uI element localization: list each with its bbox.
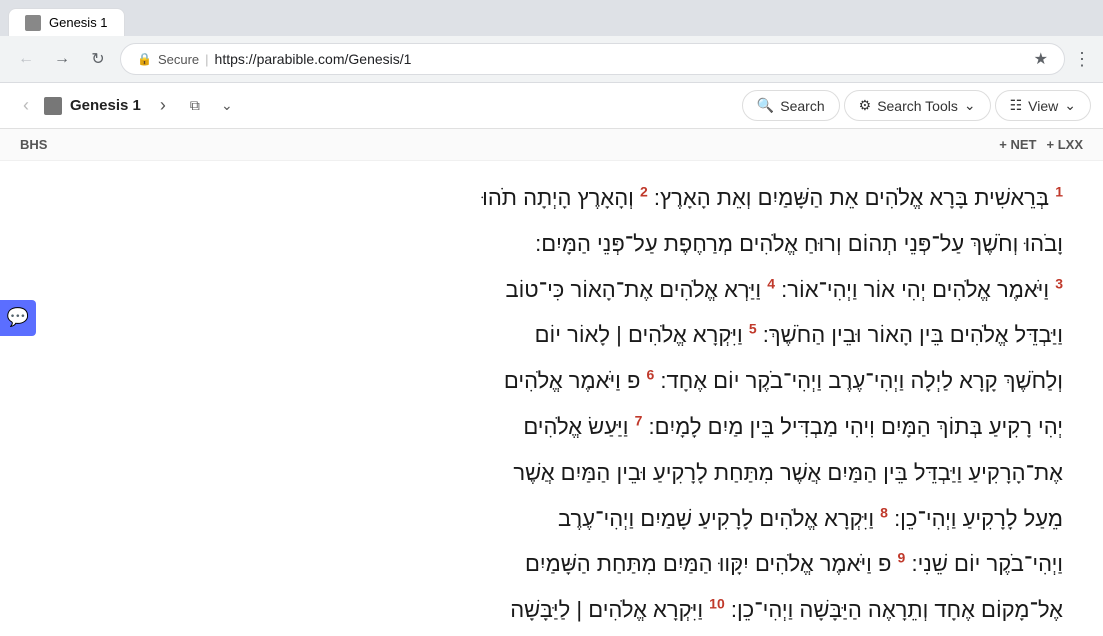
back-button[interactable]: ← (12, 45, 40, 73)
gear-icon: ⚙ (859, 97, 872, 114)
toolbar-chevron-button[interactable]: ⌄ (213, 92, 241, 120)
toolbar-forward-button[interactable]: › (149, 92, 177, 120)
view-label: View (1028, 98, 1058, 114)
bookmark-star-icon[interactable]: ★ (1034, 49, 1048, 69)
add-versions: + NET + LXX (999, 137, 1083, 152)
view-grid-icon: ☷ (1010, 97, 1023, 114)
feedback-widget[interactable]: 💬 (0, 300, 36, 336)
verse-number: 5 (749, 321, 757, 337)
bible-container[interactable]: BHS + NET + LXX 1 בְּרֵאשִׁית בָּרָא אֱל… (0, 129, 1103, 636)
verse-line: יְהִי רָקִיעַ בְּתוֹךְ הַמָּיִם וִיהִי מ… (40, 406, 1063, 448)
browser-menu-icon[interactable]: ⋮ (1073, 49, 1091, 70)
verse-number: 7 (635, 413, 643, 429)
verse-number: 3 (1055, 275, 1063, 291)
verse-number: 10 (709, 596, 725, 612)
browser-chrome: Genesis 1 ← → ↻ 🔒 Secure | https://parab… (0, 0, 1103, 83)
verse-line: וְלַחֹשֶׁךְ קָרָא לַיְלָה וַיְהִי־עֶרֶב … (40, 360, 1063, 402)
verse-number: 2 (640, 184, 648, 200)
separator: | (205, 52, 208, 67)
search-tools-label: Search Tools (877, 98, 958, 114)
verse-number: 9 (898, 550, 906, 566)
hebrew-text-area: 1 בְּרֵאשִׁית בָּרָא אֱלֹהִים אֵת הַשָּׁ… (0, 161, 1103, 636)
verse-number: 6 (647, 367, 655, 383)
secure-lock-icon: 🔒 (137, 52, 152, 66)
url-text: https://parabible.com/Genesis/1 (215, 51, 1028, 67)
add-lxx-button[interactable]: + LXX (1047, 137, 1084, 152)
feedback-icon: 💬 (7, 307, 29, 328)
verse-number: 4 (767, 275, 775, 291)
verse-line: וַיְהִי־בֹקֶר יוֹם שֵׁנִי: 9 פ וַיֹּאמֶר… (40, 543, 1063, 585)
verse-number: 8 (880, 504, 888, 520)
verse-line: וָבֹהוּ וְחֹשֶׁךְ עַל־פְּנֵי תְהוֹם וְרו… (40, 223, 1063, 265)
add-net-button[interactable]: + NET (999, 137, 1036, 152)
verse-line: מֵעַל לָרָקִיעַ וַיְהִי־כֵן: 8 וַיִּקְרָ… (40, 498, 1063, 540)
verse-line: וַיַּבְדֵּל אֱלֹהִים בֵּין הָאוֹר וּבֵין… (40, 314, 1063, 356)
toolbar-title: Genesis 1 (66, 97, 145, 114)
search-label: Search (780, 98, 824, 114)
verse-line: אֶל־מָקוֹם אֶחָד וְתֵרָאֶה הַיַּבָּשָׁה … (40, 589, 1063, 631)
omnibar: ← → ↻ 🔒 Secure | https://parabible.com/G… (0, 36, 1103, 82)
toolbar-right: 🔍 Search ⚙ Search Tools ⌄ ☷ View ⌄ (742, 90, 1091, 121)
version-label: BHS (20, 137, 47, 152)
version-header: BHS + NET + LXX (0, 129, 1103, 161)
toolbar-window-icon[interactable]: ⧉ (181, 92, 209, 120)
search-button[interactable]: 🔍 Search (742, 90, 840, 121)
content-area: BHS + NET + LXX 1 בְּרֵאשִׁית בָּרָא אֱל… (0, 129, 1103, 636)
tab-title: Genesis 1 (49, 15, 108, 30)
forward-button[interactable]: → (48, 45, 76, 73)
main-content: BHS + NET + LXX 1 בְּרֵאשִׁית בָּרָא אֱל… (0, 129, 1103, 636)
view-button[interactable]: ☷ View ⌄ (995, 90, 1091, 121)
refresh-button[interactable]: ↻ (84, 45, 112, 73)
view-chevron-icon: ⌄ (1064, 97, 1076, 114)
toolbar-back-button[interactable]: ‹ (12, 92, 40, 120)
search-tools-chevron-icon: ⌄ (964, 97, 976, 114)
search-tools-button[interactable]: ⚙ Search Tools ⌄ (844, 90, 991, 121)
verse-number: 1 (1055, 184, 1063, 200)
toolbar-favicon (44, 97, 62, 115)
page-toolbar: ‹ Genesis 1 › ⧉ ⌄ 🔍 Search ⚙ Search Tool… (0, 83, 1103, 129)
address-bar[interactable]: 🔒 Secure | https://parabible.com/Genesis… (120, 43, 1065, 75)
active-tab[interactable]: Genesis 1 (8, 8, 125, 36)
search-magnifier-icon: 🔍 (757, 97, 774, 114)
verse-line: 3 וַיֹּאמֶר אֱלֹהִים יְהִי אוֹר וַיְהִי־… (40, 269, 1063, 311)
tab-bar: Genesis 1 (0, 0, 1103, 36)
tab-favicon (25, 15, 41, 31)
verse-line: 1 בְּרֵאשִׁית בָּרָא אֱלֹהִים אֵת הַשָּׁ… (40, 177, 1063, 219)
verse-line: אֶת־הָרָקִיעַ וַיַּבְדֵּל בֵּין הַמַּיִם… (40, 452, 1063, 494)
secure-label: Secure (158, 52, 199, 67)
